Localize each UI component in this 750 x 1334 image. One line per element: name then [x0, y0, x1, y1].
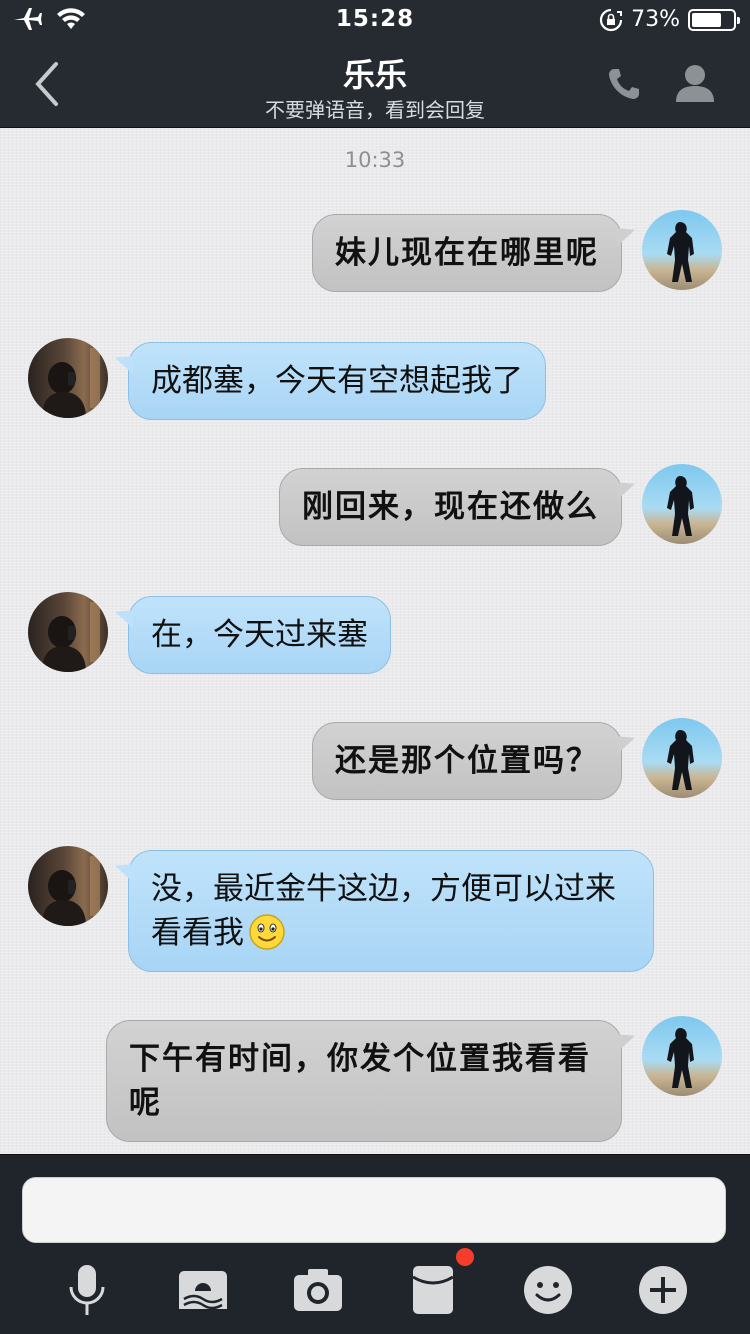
message-bubble-self[interactable]: 妹儿现在在哪里呢	[312, 214, 622, 292]
microphone-icon[interactable]	[60, 1263, 114, 1317]
figure-silhouette	[667, 1028, 694, 1088]
emoji-icon[interactable]	[521, 1263, 575, 1317]
profile-icon[interactable]	[674, 62, 716, 104]
status-bar: 15:28 73%	[0, 0, 750, 40]
friend-avatar[interactable]	[28, 846, 108, 926]
message-bubble-self[interactable]: 刚回来，现在还做么	[279, 468, 622, 546]
friend-avatar[interactable]	[28, 592, 108, 672]
figure-silhouette	[667, 730, 694, 790]
message-text: 没，最近金牛这边，方便可以过来看看我	[151, 871, 616, 951]
battery-percent: 73%	[631, 7, 680, 32]
notification-badge-dot	[456, 1248, 474, 1266]
self-avatar[interactable]	[642, 1016, 722, 1096]
self-avatar[interactable]	[642, 718, 722, 798]
self-avatar[interactable]	[642, 464, 722, 544]
phone-icon[interactable]	[606, 66, 642, 102]
message-timestamp: 10:33	[344, 148, 406, 172]
nav-bar: 乐乐 不要弹语音，看到会回复	[0, 40, 750, 128]
message-bubble-friend[interactable]: 没，最近金牛这边，方便可以过来看看我	[128, 850, 654, 972]
portrait-photo	[42, 856, 100, 926]
image-icon[interactable]	[176, 1263, 230, 1317]
portrait-photo	[42, 348, 100, 418]
input-bar	[0, 1154, 750, 1334]
self-avatar[interactable]	[642, 210, 722, 290]
message-bubble-friend[interactable]: 在，今天过来塞	[128, 596, 391, 674]
red-packet-icon[interactable]	[406, 1263, 460, 1317]
plus-icon[interactable]	[636, 1263, 690, 1317]
smile-emoji-icon	[249, 914, 285, 950]
chat-area[interactable]: 10:33 妹儿现在在哪里呢 成都塞，今天有空想起我了 刚回来，现在还做么 在，…	[0, 128, 750, 1154]
status-right: 73%	[599, 7, 740, 32]
friend-avatar[interactable]	[28, 338, 108, 418]
message-bubble-friend[interactable]: 成都塞，今天有空想起我了	[128, 342, 546, 420]
rotation-lock-icon	[600, 8, 623, 31]
message-input[interactable]	[22, 1177, 726, 1243]
figure-silhouette	[667, 476, 694, 536]
message-bubble-self[interactable]: 还是那个位置吗？	[312, 722, 622, 800]
portrait-photo	[42, 602, 100, 672]
message-bubble-self[interactable]: 下午有时间，你发个位置我看看呢	[106, 1020, 622, 1142]
battery-icon	[688, 8, 740, 31]
camera-icon[interactable]	[291, 1263, 345, 1317]
battery-level	[692, 12, 722, 27]
figure-silhouette	[667, 222, 694, 282]
